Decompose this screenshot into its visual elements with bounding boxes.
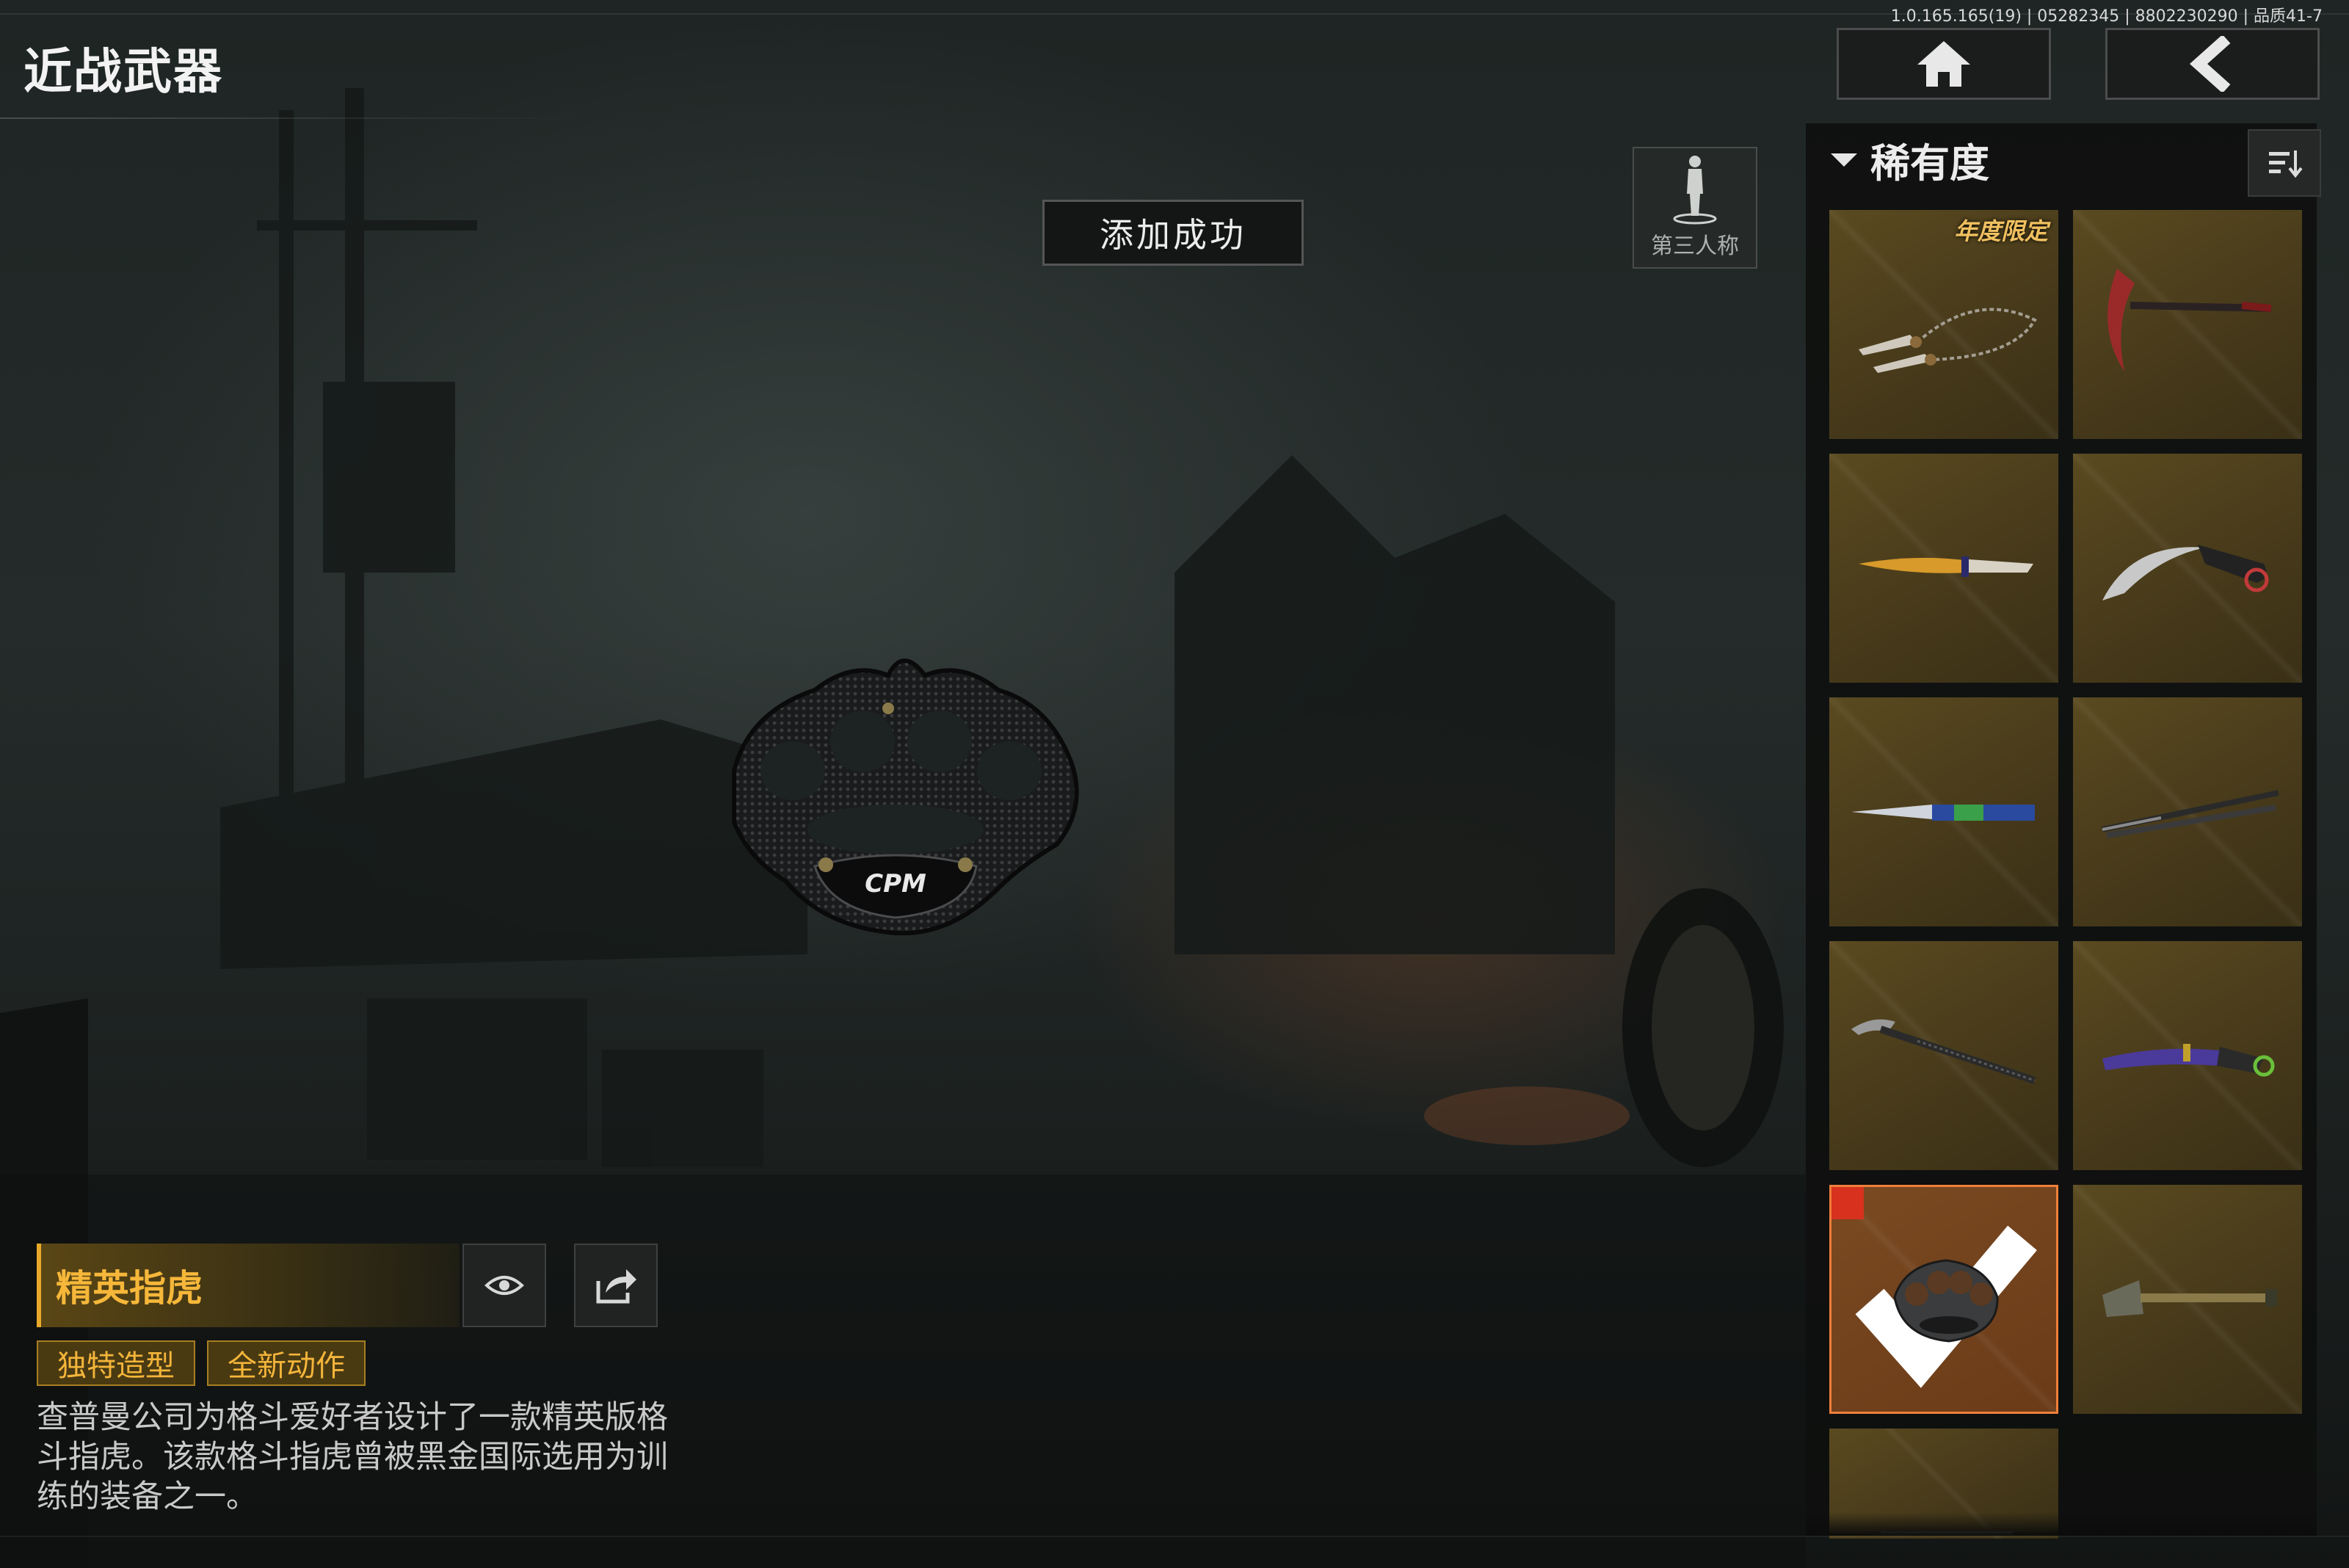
toast-message: 添加成功	[1042, 200, 1304, 266]
brass-knuckles-model: CPM	[732, 658, 1079, 936]
sort-icon	[2269, 150, 2303, 178]
purple-karambit-icon	[2102, 1044, 2275, 1077]
ice-axe-icon	[1851, 1019, 2036, 1084]
page-title: 近战武器	[23, 43, 223, 100]
chain-kunai-icon	[1859, 308, 2037, 373]
weapon-card-butterfly-knife[interactable]	[1829, 697, 2058, 926]
home-button[interactable]	[1837, 28, 2051, 100]
sickle-icon	[2107, 269, 2272, 371]
weapon-grid: 年度限定	[1829, 210, 2305, 1539]
shovel-icon	[2102, 1280, 2277, 1317]
item-description: 查普曼公司为格斗爱好者设计了一款精英版格斗指虎。该款格斗指虎曾被黑金国际选用为训…	[37, 1399, 668, 1515]
dual-swords-icon	[2102, 790, 2279, 838]
karambit-icon	[2102, 545, 2269, 600]
bottom-divider	[0, 1536, 2349, 1537]
chevron-down-icon	[1831, 153, 1857, 167]
weapon-card-chain-kunai[interactable]: 年度限定	[1829, 210, 2058, 439]
weapon-card-golden-knife[interactable]	[1829, 454, 2058, 683]
version-info: 1.0.165.165(19) | 05282345 | 8802230290 …	[1890, 7, 2323, 26]
item-name: 精英指虎	[37, 1244, 460, 1327]
weapon-card-brass-knuckles[interactable]	[1829, 1185, 2058, 1414]
third-person-toggle[interactable]: 第三人称	[1633, 147, 1757, 269]
list-scroll-fade	[1806, 1512, 2317, 1536]
weapon-model[interactable]: CPM	[705, 646, 1101, 954]
share-icon	[596, 1269, 636, 1304]
preview-button[interactable]	[462, 1244, 546, 1327]
golden-knife-icon	[1859, 556, 2033, 577]
weapon-card-purple-karambit[interactable]	[2073, 941, 2302, 1170]
rarity-filter[interactable]: 稀有度	[1828, 131, 1989, 189]
title-underline	[0, 117, 587, 119]
weapon-card-ice-axe[interactable]	[1829, 941, 2058, 1170]
person-icon	[1673, 156, 1717, 225]
share-button[interactable]	[574, 1244, 658, 1327]
weapon-card-sickle[interactable]	[2073, 210, 2302, 439]
sort-button[interactable]	[2248, 129, 2321, 197]
weapon-card-shovel[interactable]	[2073, 1185, 2302, 1414]
cpm-logo: CPM	[865, 869, 926, 899]
back-button[interactable]	[2105, 28, 2320, 100]
rarity-label: 稀有度	[1870, 140, 1989, 186]
brass-knuckles-icon	[1893, 1259, 1999, 1343]
back-icon	[2190, 36, 2231, 92]
third-person-label: 第三人称	[1651, 233, 1739, 259]
butterfly-knife-icon	[1851, 805, 2035, 821]
home-icon	[1917, 41, 1970, 87]
tag-unique-style: 独特造型	[37, 1340, 195, 1386]
tag-new-action: 全新动作	[207, 1340, 366, 1386]
weapon-card-karambit[interactable]	[2073, 454, 2302, 683]
eye-icon	[484, 1276, 524, 1295]
weapon-card-dual-swords[interactable]	[2073, 697, 2302, 926]
